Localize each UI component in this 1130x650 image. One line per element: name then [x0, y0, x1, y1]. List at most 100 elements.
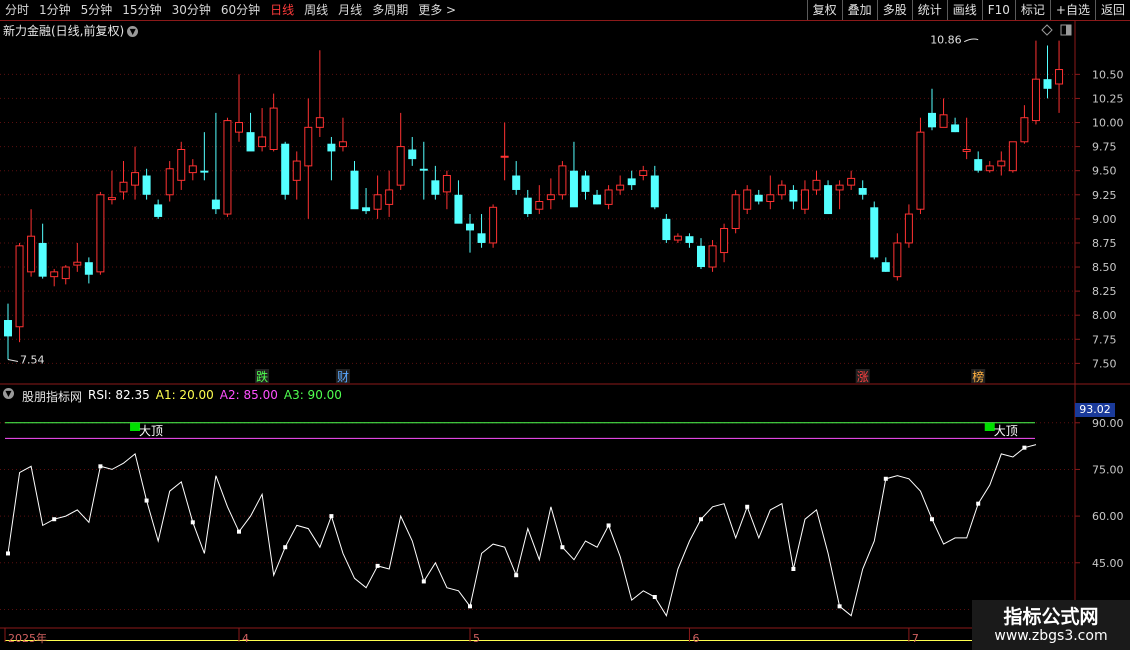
rsi-value: RSI: 82.35 [88, 388, 150, 402]
candle-up [292, 160, 301, 181]
candle-up [812, 179, 821, 191]
indicator-name: 股朋指标网 [22, 390, 83, 404]
candle-up [235, 122, 243, 133]
diamond-icon[interactable] [1041, 24, 1053, 36]
rsi-point [6, 551, 10, 556]
price-tick-label: 7.50 [1092, 357, 1117, 370]
tab-period[interactable]: 60分钟 [216, 0, 265, 20]
indicator-axis: 30.0045.0060.0075.0090.00 [1075, 417, 1124, 616]
candle-up [962, 148, 971, 152]
indicator-tick-label: 75.00 [1092, 463, 1124, 476]
candlestick-series [4, 40, 1064, 360]
low-arrow [7, 359, 19, 363]
candle-up [1031, 78, 1040, 122]
rsi-point [976, 501, 981, 506]
candle-down [569, 170, 578, 208]
candle-up [1020, 117, 1029, 143]
tool-button[interactable]: 叠加 [841, 0, 877, 20]
indicator-tick-label: 90.00 [1092, 417, 1124, 430]
candle-up [269, 107, 278, 150]
candle-down [685, 236, 694, 243]
candle-down [951, 124, 960, 133]
time-label: 7 [912, 632, 919, 645]
tab-period[interactable]: 更多 > [413, 0, 461, 20]
price-tick-label: 10.50 [1092, 68, 1124, 81]
tab-period[interactable]: 30分钟 [167, 0, 216, 20]
candle-down [858, 188, 867, 195]
candle-up [708, 245, 717, 268]
candle-up [338, 141, 347, 148]
candle-up [96, 194, 105, 273]
candle-up [385, 189, 394, 205]
panel-toggle-icon[interactable] [1060, 24, 1072, 36]
tab-period[interactable]: 1分钟 [34, 0, 76, 20]
time-label: 6 [692, 632, 699, 645]
tool-button[interactable]: 统计 [911, 0, 947, 20]
candle-up [800, 189, 809, 210]
high-arrow [963, 38, 979, 43]
rsi-point [283, 545, 288, 550]
tab-period[interactable]: 周线 [299, 0, 333, 20]
candle-down [697, 245, 705, 268]
candle-up [15, 245, 24, 328]
rsi-point [190, 520, 195, 525]
candle-up [258, 136, 267, 148]
event-label: 跌 [256, 369, 268, 384]
signal-label: 大顶 [139, 424, 163, 438]
chevron-down-icon[interactable]: ▼ [3, 388, 14, 399]
candle-up [177, 148, 186, 181]
candle-up [939, 114, 948, 128]
candle-down [211, 199, 220, 210]
rsi-point [560, 545, 565, 550]
candle-down [789, 189, 798, 202]
candle-down [84, 262, 93, 275]
candle-up [558, 165, 567, 196]
price-tick-label: 10.25 [1092, 92, 1124, 105]
tab-period[interactable]: 5分钟 [76, 0, 118, 20]
chevron-down-icon[interactable]: ▼ [127, 26, 139, 37]
candle-down [974, 159, 983, 171]
candle-up [223, 120, 232, 215]
rsi-point [1022, 445, 1027, 450]
tool-button[interactable]: 返回 [1094, 0, 1130, 20]
stock-title: 新力金融(日线,前复权) ▼ [3, 22, 139, 39]
event-markers: 跌财涨榜 [255, 369, 986, 384]
candle-up [847, 177, 856, 186]
tool-button[interactable]: 标记 [1014, 0, 1050, 20]
candle-up [373, 194, 382, 210]
candle-up [304, 126, 313, 167]
candle-down [431, 180, 440, 195]
candle-down [881, 262, 890, 272]
candle-down [928, 112, 936, 128]
rsi-point [375, 563, 380, 568]
candle-down [408, 149, 417, 160]
rsi-point [52, 517, 57, 522]
candle-down [1043, 79, 1052, 89]
period-tabs: 分时 1分钟 5分钟 15分钟 30分钟 60分钟 日线 周线 月线 多周期 更多 > [0, 0, 461, 20]
tab-period[interactable]: 日线 [265, 0, 299, 20]
tool-button[interactable]: 画线 [946, 0, 982, 20]
tab-period[interactable]: 15分钟 [117, 0, 166, 20]
tool-button[interactable]: 复权 [806, 0, 842, 20]
candle-down [4, 320, 12, 337]
price-tick-label: 9.50 [1092, 165, 1117, 178]
tool-button[interactable]: 多股 [876, 0, 912, 20]
chart-canvas[interactable]: 7.50 7.75 8.00 8.25 8.50 8.75 9.00 9.25 9.50 9.75… [0, 21, 1130, 650]
watermark-url: www.zbgs3.com [994, 628, 1108, 644]
candle-up [315, 117, 324, 128]
price-tick-label: 8.25 [1092, 285, 1117, 298]
tab-period[interactable]: 分时 [0, 0, 34, 20]
candle-down [662, 218, 671, 241]
signal-markers: 大顶 大顶 [130, 423, 1018, 438]
tab-period[interactable]: 多周期 [367, 0, 413, 20]
candle-down [454, 194, 463, 224]
tool-button[interactable]: +自选 [1049, 0, 1095, 20]
candle-up [27, 235, 36, 273]
tab-period[interactable]: 月线 [333, 0, 367, 20]
rsi-point [98, 464, 103, 469]
candle-down [327, 143, 336, 152]
rsi-point [514, 573, 519, 578]
tool-button[interactable]: F10 [981, 0, 1015, 20]
price-tick-label: 8.50 [1092, 261, 1117, 274]
candle-up [165, 168, 174, 196]
